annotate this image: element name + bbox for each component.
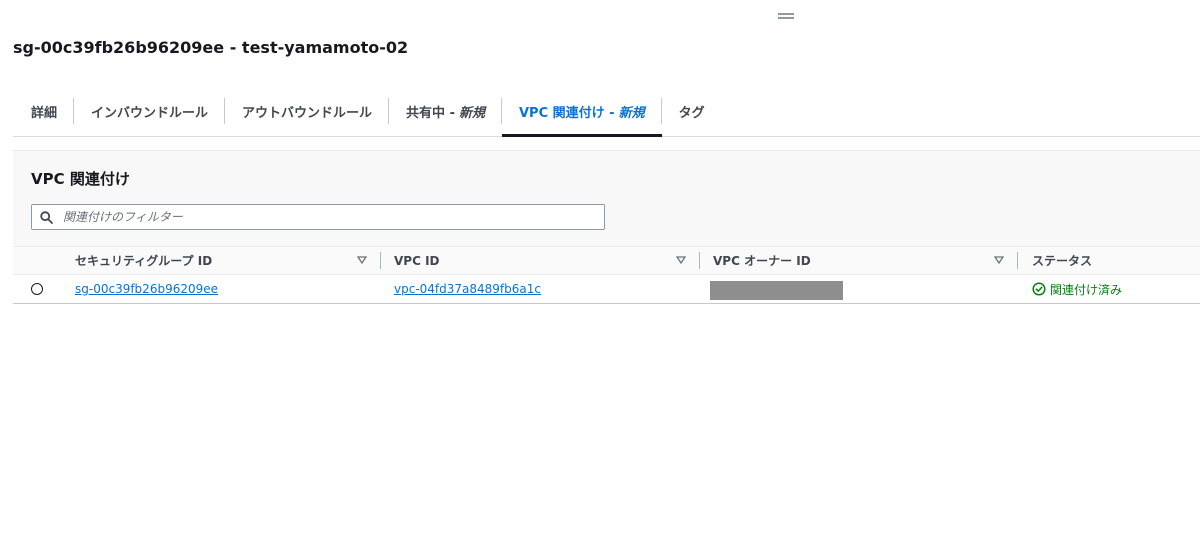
sg-id-link[interactable]: sg-00c39fb26b96209ee	[75, 282, 218, 296]
sort-icon[interactable]	[676, 255, 686, 265]
redacted-owner-id	[710, 281, 843, 300]
associations-table: セキュリティグループ ID VPC ID VPC オーナー ID ステータス s…	[13, 246, 1200, 303]
tab-new-label: 新規	[458, 105, 485, 121]
page-title: sg-00c39fb26b96209ee - test-yamamoto-02	[13, 38, 409, 57]
page: sg-00c39fb26b96209ee - test-yamamoto-02 …	[0, 0, 1200, 559]
sort-icon[interactable]	[357, 255, 367, 265]
filter-box[interactable]	[31, 204, 605, 230]
tab-label: アウトバウンドルール	[242, 105, 373, 121]
tab-label: 共有中 -	[406, 105, 455, 121]
tab-outbound-rules[interactable]: アウトバウンドルール	[225, 86, 390, 136]
column-resizer[interactable]	[1017, 252, 1018, 269]
tab-details[interactable]: 詳細	[13, 86, 75, 136]
column-resizer[interactable]	[380, 252, 381, 269]
cell-sg-id: sg-00c39fb26b96209ee	[75, 275, 218, 303]
sort-icon[interactable]	[994, 255, 1004, 265]
search-icon	[40, 210, 53, 224]
column-header-label: VPC オーナー ID	[713, 254, 811, 268]
vpc-associations-panel: VPC 関連付け セキュリティグループ ID VPC ID	[13, 150, 1200, 304]
row-select-radio[interactable]	[31, 283, 43, 295]
filter-input[interactable]	[61, 209, 585, 225]
tab-label: インバウンドルール	[91, 105, 209, 121]
column-header-vpc-id[interactable]: VPC ID	[394, 247, 440, 274]
tab-tags[interactable]: タグ	[662, 86, 722, 136]
success-icon	[1032, 282, 1046, 296]
column-header-vpc-owner-id[interactable]: VPC オーナー ID	[713, 247, 811, 274]
tab-new-label: 新規	[618, 105, 645, 121]
section-title: VPC 関連付け	[31, 170, 130, 188]
column-resizer[interactable]	[699, 252, 700, 269]
tab-bar: 詳細 インバウンドルール アウトバウンドルール 共有中 - 新規 VPC 関連付…	[13, 86, 1200, 137]
column-header-label: セキュリティグループ ID	[75, 254, 213, 268]
tab-sharing[interactable]: 共有中 - 新規	[389, 86, 502, 136]
table-header: セキュリティグループ ID VPC ID VPC オーナー ID ステータス	[13, 246, 1200, 275]
tab-label: タグ	[678, 105, 705, 121]
cell-status: 関連付け済み	[1032, 275, 1122, 303]
drag-handle-icon[interactable]	[778, 13, 794, 19]
column-header-sg-id[interactable]: セキュリティグループ ID	[75, 247, 212, 274]
tab-label: 詳細	[31, 105, 58, 121]
status-text: 関連付け済み	[1050, 282, 1123, 297]
cell-vpc-id: vpc-04fd37a8489fb6a1c	[394, 275, 541, 303]
tab-vpc-associations[interactable]: VPC 関連付け - 新規	[501, 86, 662, 137]
tab-label: VPC 関連付け -	[518, 105, 615, 121]
tab-inbound-rules[interactable]: インバウンドルール	[74, 86, 226, 136]
column-header-label: ステータス	[1032, 254, 1093, 268]
column-header-status[interactable]: ステータス	[1032, 247, 1092, 274]
vpc-id-link[interactable]: vpc-04fd37a8489fb6a1c	[394, 282, 541, 296]
column-header-label: VPC ID	[394, 253, 440, 268]
table-row[interactable]: sg-00c39fb26b96209ee vpc-04fd37a8489fb6a…	[13, 275, 1200, 303]
